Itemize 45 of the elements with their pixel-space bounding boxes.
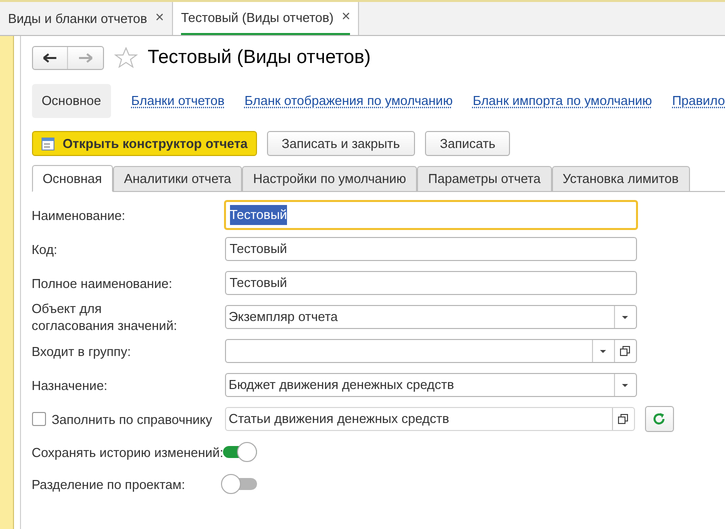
section-link[interactable]: Бланки отчетов (131, 91, 224, 111)
field-label: Сохранять историю изменений: (32, 444, 224, 460)
close-button[interactable]: × (155, 7, 164, 30)
tab[interactable]: Настройки по умолчанию (242, 166, 418, 192)
open-window-icon (620, 346, 630, 356)
field-label: Объект для согласования значений: (32, 300, 178, 334)
section-link[interactable]: Бланк отображения по умолчанию (244, 91, 453, 111)
refresh-button[interactable] (644, 406, 674, 432)
field-label: Код: (32, 240, 58, 258)
page-title: Тестовый (Виды отчетов) (148, 46, 371, 70)
tab[interactable]: Аналитики отчета (112, 166, 242, 192)
caret-icon (621, 314, 630, 320)
close-button[interactable]: × (342, 6, 350, 29)
section-tab[interactable]: Основное (32, 84, 112, 118)
select-field[interactable]: Экземпляр отчета (224, 305, 637, 329)
save-button[interactable]: Записать и закрыть (266, 131, 415, 156)
tab[interactable]: Параметры отчета (417, 166, 552, 192)
toggle-switch[interactable] (220, 442, 257, 462)
reference-field[interactable]: Статьи движения денежных средств (224, 407, 635, 431)
select-field[interactable]: Бюджет движения денежных средств (224, 373, 637, 397)
field-label: Заполнить по справочнику (52, 410, 212, 428)
caret-icon (599, 348, 608, 354)
field-label: Назначение: (32, 376, 108, 394)
text-field[interactable]: Тестовый (224, 200, 638, 230)
section-link[interactable]: Правило (672, 91, 725, 111)
select-field[interactable] (224, 339, 637, 363)
tab[interactable]: Основная (32, 165, 113, 192)
toggle-switch[interactable] (220, 474, 257, 494)
star-icon[interactable] (114, 46, 138, 70)
open-window-icon (618, 414, 628, 424)
text-field[interactable]: Тестовый (224, 237, 637, 261)
designer-button[interactable]: Открыть конструктор отчета (32, 131, 257, 156)
form-icon (40, 136, 57, 152)
field-label: Разделение по проектам: (32, 476, 186, 492)
field-label: Наименование: (32, 206, 126, 224)
field-label: Полное наименование: (32, 274, 174, 292)
save-button[interactable]: Записать (424, 131, 510, 156)
section-link[interactable]: Бланк импорта по умолчанию (472, 91, 652, 111)
field-label: Входит в группу: (32, 342, 132, 360)
text-field[interactable]: Тестовый (224, 271, 637, 295)
refresh-icon (652, 412, 666, 426)
tab[interactable]: Установка лимитов (552, 166, 690, 192)
window-tab[interactable]: Тестовый (Виды отчетов) × (172, 2, 360, 35)
caret-icon (621, 382, 630, 388)
checkbox[interactable] (32, 412, 46, 426)
